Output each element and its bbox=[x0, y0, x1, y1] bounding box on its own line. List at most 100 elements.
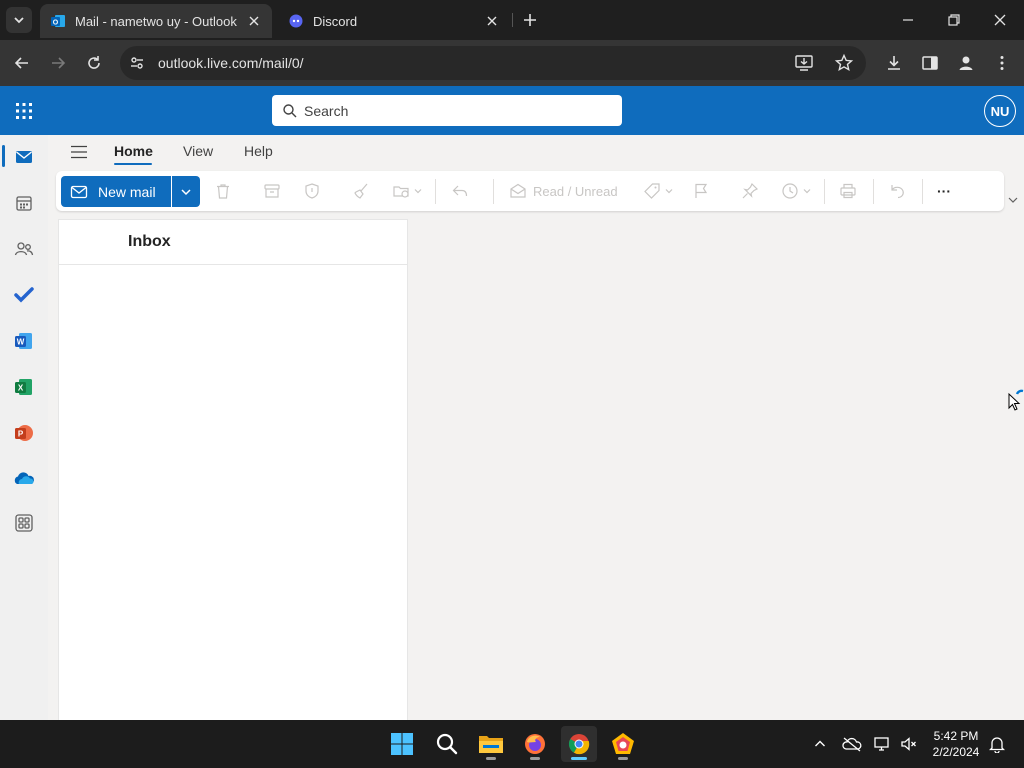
new-mail-dropdown[interactable] bbox=[172, 176, 200, 207]
running-indicator bbox=[571, 757, 587, 760]
running-indicator bbox=[530, 757, 540, 760]
svg-text:W: W bbox=[17, 338, 25, 347]
read-unread-button[interactable]: Read / Unread bbox=[509, 181, 618, 201]
windows-logo-icon bbox=[391, 733, 413, 755]
new-mail-button[interactable]: New mail bbox=[61, 176, 171, 207]
categorize-button[interactable] bbox=[643, 181, 674, 201]
print-button[interactable] bbox=[839, 181, 857, 201]
onedrive-tray-button[interactable] bbox=[842, 734, 862, 754]
svg-text:P: P bbox=[18, 430, 24, 439]
rail-mail[interactable] bbox=[12, 145, 36, 169]
rail-onedrive[interactable] bbox=[12, 467, 36, 491]
restore-button[interactable] bbox=[944, 10, 964, 30]
mail-search-box[interactable] bbox=[272, 95, 622, 126]
undo-button[interactable] bbox=[888, 181, 906, 201]
archive-button[interactable] bbox=[263, 181, 281, 201]
new-tab-button[interactable] bbox=[520, 10, 540, 30]
hamburger-menu-icon bbox=[71, 145, 87, 159]
bookmark-button[interactable] bbox=[834, 53, 854, 73]
sweep-button[interactable] bbox=[352, 181, 370, 201]
start-button[interactable] bbox=[384, 726, 420, 762]
account-avatar[interactable]: NU bbox=[984, 95, 1016, 127]
forward-button[interactable] bbox=[48, 53, 68, 73]
reload-icon bbox=[88, 56, 100, 69]
folder-title: Inbox bbox=[128, 233, 171, 250]
file-explorer-button[interactable] bbox=[473, 726, 509, 762]
ribbon-toolbar: New mail Read / Unread ··· bbox=[56, 171, 1004, 211]
rail-todo[interactable] bbox=[12, 283, 36, 307]
reply-button[interactable] bbox=[451, 181, 469, 201]
site-info-icon bbox=[131, 57, 143, 69]
outlook-header: NU bbox=[0, 86, 1024, 135]
network-tray-button[interactable] bbox=[873, 734, 893, 754]
person-icon bbox=[959, 56, 973, 70]
install-app-button[interactable] bbox=[794, 53, 814, 73]
notifications-button[interactable] bbox=[987, 734, 1007, 754]
chevron-down-icon bbox=[665, 189, 673, 194]
minimize-button[interactable] bbox=[898, 10, 918, 30]
rail-more-apps[interactable] bbox=[12, 511, 36, 535]
tag-icon bbox=[644, 183, 660, 199]
rail-powerpoint[interactable]: P bbox=[12, 421, 36, 445]
move-to-button[interactable] bbox=[392, 181, 423, 201]
app-button[interactable] bbox=[605, 726, 641, 762]
snooze-button[interactable] bbox=[781, 181, 812, 201]
browser-menu-button[interactable] bbox=[992, 53, 1012, 73]
tab-home[interactable]: Home bbox=[114, 143, 153, 159]
close-window-button[interactable] bbox=[990, 10, 1010, 30]
close-tab-button[interactable] bbox=[484, 13, 500, 29]
clock-date: 2/2/2024 bbox=[932, 745, 980, 759]
tab-help[interactable]: Help bbox=[244, 143, 273, 159]
profile-button[interactable] bbox=[956, 53, 976, 73]
close-icon bbox=[487, 16, 497, 26]
back-button[interactable] bbox=[12, 53, 32, 73]
show-hidden-icons-button[interactable] bbox=[810, 734, 830, 754]
chrome-icon bbox=[568, 734, 590, 755]
rail-people[interactable] bbox=[12, 237, 36, 261]
more-vertical-icon bbox=[1000, 56, 1004, 70]
side-panel-button[interactable] bbox=[920, 53, 940, 73]
tab-outlook[interactable]: O Mail - nametwo uy - Outlook bbox=[40, 4, 272, 38]
search-input[interactable] bbox=[304, 102, 604, 119]
chrome-button[interactable] bbox=[561, 726, 597, 762]
address-bar[interactable]: outlook.live.com/mail/0/ bbox=[120, 46, 866, 80]
tab-view[interactable]: View bbox=[183, 143, 213, 159]
system-clock[interactable]: 5:42 PM 2/2/2024 bbox=[928, 728, 984, 760]
delete-button[interactable] bbox=[214, 181, 232, 201]
pin-button[interactable] bbox=[741, 181, 759, 201]
cloud-offline-icon bbox=[842, 737, 862, 752]
reload-button[interactable] bbox=[84, 53, 104, 73]
more-options-button[interactable]: ··· bbox=[937, 181, 951, 201]
taskbar-search-button[interactable] bbox=[429, 726, 465, 762]
browser-toolbar: outlook.live.com/mail/0/ bbox=[0, 40, 1024, 86]
flag-button[interactable] bbox=[692, 181, 710, 201]
excel-icon: X bbox=[15, 379, 32, 395]
downloads-button[interactable] bbox=[884, 53, 904, 73]
rail-excel[interactable]: X bbox=[12, 375, 36, 399]
shield-icon bbox=[305, 183, 319, 199]
tab-search-button[interactable] bbox=[6, 7, 32, 33]
tab-discord[interactable]: Discord bbox=[278, 4, 510, 38]
report-button[interactable] bbox=[303, 181, 321, 201]
active-indicator bbox=[2, 145, 5, 167]
read-unread-label: Read / Unread bbox=[533, 183, 618, 199]
undo-icon bbox=[891, 185, 904, 199]
active-tab-underline bbox=[114, 163, 152, 165]
navigation-pane-toggle[interactable] bbox=[70, 143, 88, 161]
clock-time: 5:42 PM bbox=[933, 729, 979, 743]
volume-tray-button[interactable] bbox=[899, 734, 919, 754]
ribbon-expand-button[interactable] bbox=[1006, 193, 1020, 207]
arrow-left-icon bbox=[14, 57, 28, 69]
app-launcher-button[interactable] bbox=[14, 101, 34, 121]
outlook-favicon-icon: O bbox=[51, 15, 65, 27]
close-tab-button[interactable] bbox=[246, 13, 262, 29]
powerpoint-icon: P bbox=[15, 425, 33, 441]
speaker-muted-icon bbox=[901, 737, 916, 751]
ribbon-separator bbox=[824, 179, 825, 204]
clock-icon bbox=[782, 183, 798, 199]
rail-word[interactable]: W bbox=[12, 329, 36, 353]
ribbon-separator bbox=[873, 179, 874, 204]
chevron-down-icon bbox=[803, 189, 811, 194]
rail-calendar[interactable] bbox=[12, 191, 36, 215]
firefox-button[interactable] bbox=[517, 726, 553, 762]
